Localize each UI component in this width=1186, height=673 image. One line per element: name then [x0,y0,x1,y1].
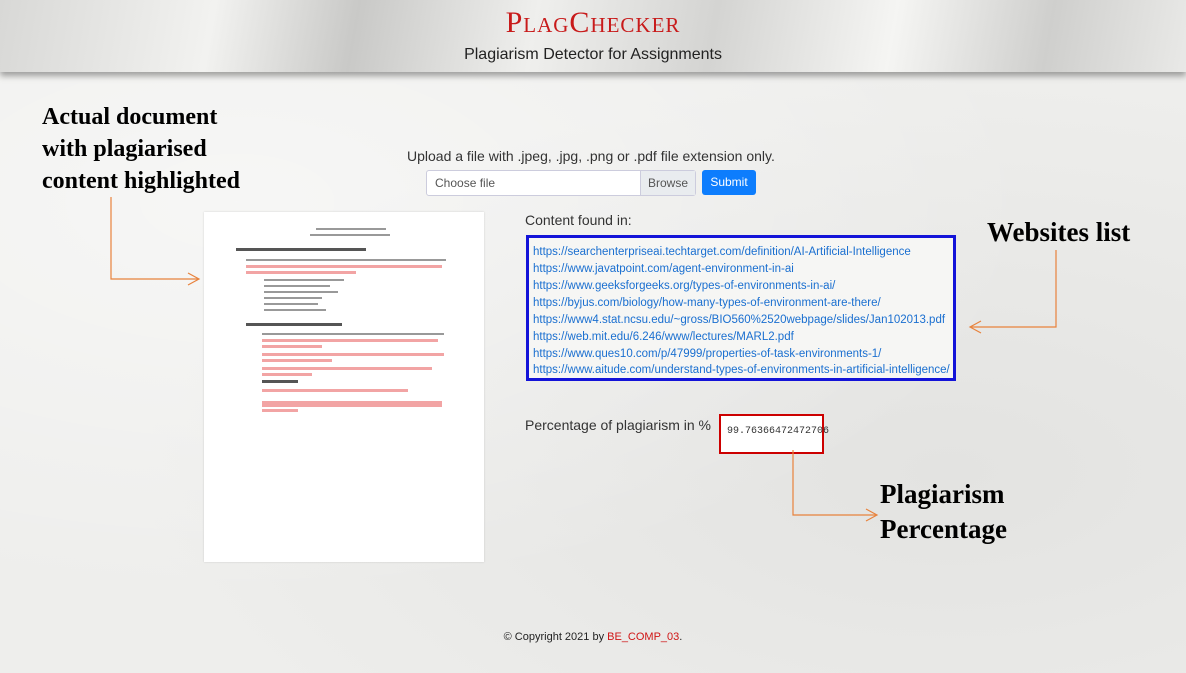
arrow-document [110,197,198,280]
footer: © Copyright 2021 by BE_COMP_03. [0,631,1186,643]
arrow-percentage [792,450,876,516]
footer-team: BE_COMP_03 [607,631,680,643]
footer-period: . [679,631,683,643]
footer-copyright: © Copyright 2021 by [503,631,608,643]
arrow-websites [971,250,1057,328]
annotation-arrows [110,197,1057,522]
